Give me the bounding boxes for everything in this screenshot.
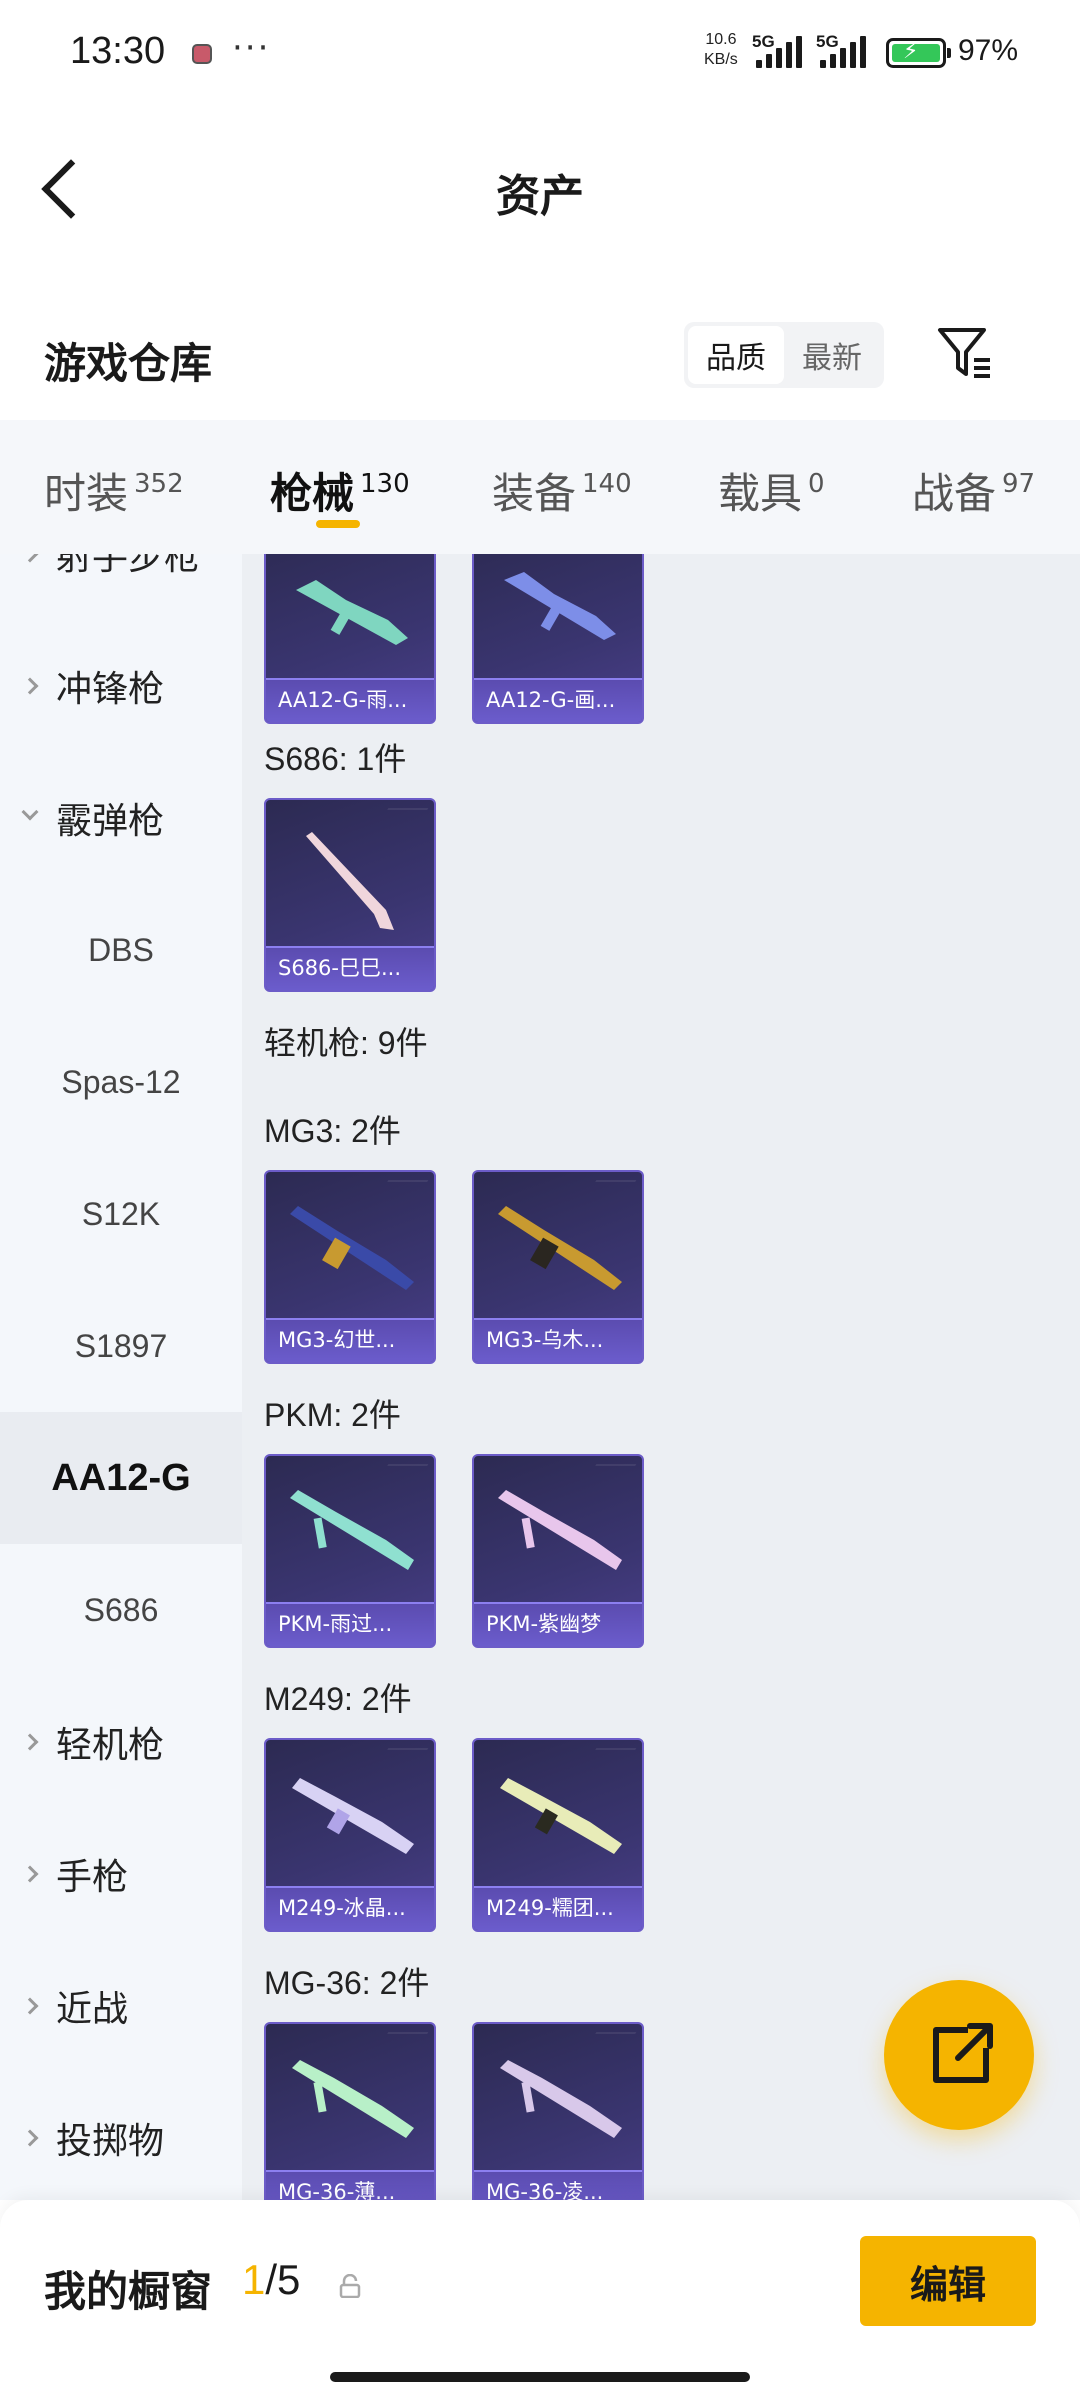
share-button[interactable] (884, 1980, 1034, 2130)
status-time: 13:30 (70, 30, 166, 72)
app-notification-icon (192, 44, 212, 64)
status-bar: 13:30 ··· 10.6 KB/s 5G 5G ⚡ 97% (0, 0, 1080, 110)
group-label: MG3: 2件 (264, 1113, 401, 1149)
group-label: 轻机枪: 9件 (264, 1025, 428, 1061)
weapon-card[interactable]: MG3-乌木... (472, 1170, 644, 1364)
group-label: PKM: 2件 (264, 1397, 401, 1433)
rifle-icon (504, 572, 616, 640)
showcase-count: 1/5 (242, 2256, 301, 2303)
signal-sim2-icon: 5G (816, 32, 880, 72)
showcase-label: 我的橱窗 (44, 2267, 213, 2316)
more-notifications-icon: ··· (232, 28, 271, 68)
sidebar-item-dbs[interactable]: DBS (0, 884, 242, 1016)
edit-button[interactable]: 编辑 (860, 2236, 1036, 2326)
rifle-icon (296, 580, 408, 645)
tab-fashion[interactable]: 时装 352 (44, 460, 184, 521)
machine-gun-icon (290, 1206, 414, 1290)
weapon-card[interactable]: AA12-G-画... (472, 554, 644, 724)
sidebar-item-marksman-rifle[interactable]: 射手步枪 (0, 554, 242, 620)
shotgun-icon (306, 832, 394, 930)
sidebar-item-s12k[interactable]: S12K (0, 1148, 242, 1280)
weapon-card[interactable]: MG-36-薄... (264, 2022, 436, 2200)
machine-gun-icon (292, 2060, 414, 2138)
sidebar-item-smg[interactable]: 冲锋枪 (0, 620, 242, 752)
sidebar-item-aa12g[interactable]: AA12-G (0, 1412, 242, 1544)
tab-firearms[interactable]: 枪械 130 (270, 460, 410, 521)
weapon-grid: AA12-G-雨... AA12-G-画... S686: 1件 S686-巳巳… (242, 554, 1080, 2200)
weapon-card[interactable]: MG3-幻世... (264, 1170, 436, 1364)
weapon-type-sidebar: 射手步枪 冲锋枪 霰弹枪 DBS Spas-12 S12K S1897 AA12… (0, 554, 242, 2200)
weapon-card[interactable]: S686-巳巳... (264, 798, 436, 992)
machine-gun-icon (292, 1778, 414, 1854)
sidebar-item-throwable[interactable]: 投掷物 (0, 2072, 242, 2200)
weapon-card[interactable]: M249-糯团... (472, 1738, 644, 1932)
machine-gun-icon (498, 1206, 622, 1290)
filter-icon[interactable] (934, 322, 994, 382)
showcase-bar: 我的橱窗 1/5 编辑 (0, 2200, 1080, 2400)
section-title: 游戏仓库 (44, 339, 213, 388)
sort-toggle: 品质 最新 (684, 322, 884, 388)
inventory-content: 射手步枪 冲锋枪 霰弹枪 DBS Spas-12 S12K S1897 AA12… (0, 554, 1080, 2200)
share-icon (933, 2023, 993, 2083)
tab-supplies[interactable]: 战备 97 (912, 460, 1035, 521)
weapon-card[interactable]: PKM-雨过... (264, 1454, 436, 1648)
sidebar-item-melee[interactable]: 近战 (0, 1940, 242, 2072)
sidebar-item-shotgun[interactable]: 霰弹枪 (0, 752, 242, 884)
battery-percent: 97% (958, 34, 1019, 67)
group-label: M249: 2件 (264, 1681, 412, 1717)
machine-gun-icon (500, 2060, 622, 2138)
weapon-card[interactable]: PKM-紫幽梦 (472, 1454, 644, 1648)
page-title: 资产 (496, 171, 584, 222)
active-tab-indicator (316, 520, 360, 528)
tab-vehicles[interactable]: 载具 0 (718, 460, 825, 521)
network-speed: 10.6 KB/s (704, 31, 738, 68)
home-indicator[interactable] (330, 2372, 750, 2382)
tab-equipment[interactable]: 装备 140 (492, 460, 632, 521)
weapon-card[interactable]: AA12-G-雨... (264, 554, 436, 724)
lock-icon (339, 2274, 361, 2298)
sidebar-item-s686[interactable]: S686 (0, 1544, 242, 1676)
category-tabs: 时装 352 枪械 130 装备 140 载具 0 战备 97 (0, 420, 1080, 554)
sidebar-item-spas12[interactable]: Spas-12 (0, 1016, 242, 1148)
machine-gun-icon (498, 1490, 622, 1570)
sort-quality-button[interactable]: 品质 (688, 326, 784, 384)
sidebar-item-lmg[interactable]: 轻机枪 (0, 1676, 242, 1808)
battery-icon: ⚡ (886, 38, 951, 68)
weapon-card[interactable]: M249-冰晶... (264, 1738, 436, 1932)
weapon-card[interactable]: MG-36-凌... (472, 2022, 644, 2200)
group-label: S686: 1件 (264, 741, 407, 777)
sidebar-item-s1897[interactable]: S1897 (0, 1280, 242, 1412)
machine-gun-icon (290, 1490, 414, 1570)
signal-sim1-icon: 5G (752, 32, 816, 72)
machine-gun-icon (500, 1778, 622, 1854)
group-label: MG-36: 2件 (264, 1965, 430, 2001)
sort-newest-button[interactable]: 最新 (784, 326, 880, 384)
sidebar-item-pistol[interactable]: 手枪 (0, 1808, 242, 1940)
